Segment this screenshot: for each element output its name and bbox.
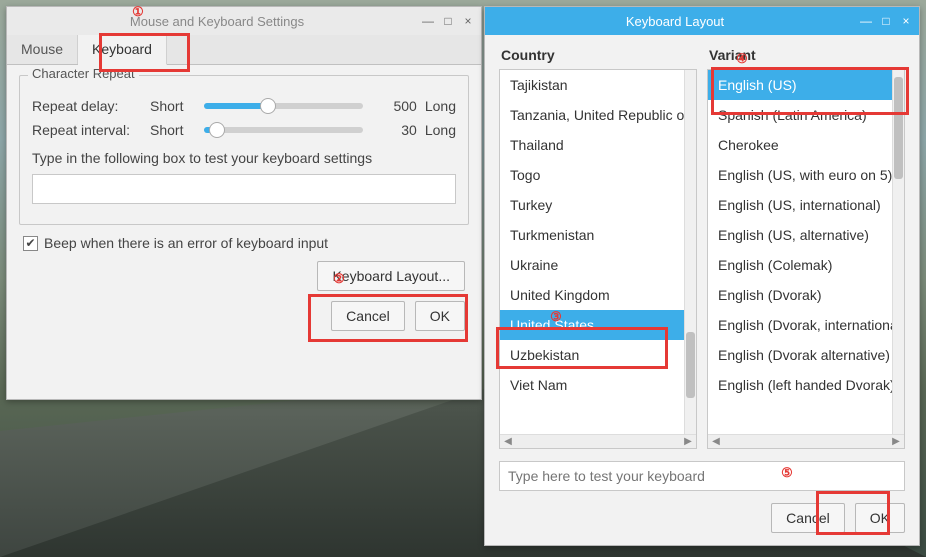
list-item[interactable]: Uzbekistan [500,340,696,370]
list-item[interactable]: Tajikistan [500,70,696,100]
group-legend: Character Repeat [28,66,139,81]
list-item[interactable]: English (US) [708,70,904,100]
close-icon[interactable]: × [899,14,913,28]
list-item[interactable]: English (Colemak) [708,250,904,280]
list-item[interactable]: Viet Nam [500,370,696,400]
list-item[interactable]: English (Dvorak) [708,280,904,310]
list-item[interactable]: English (Dvorak, international) [708,310,904,340]
close-icon[interactable]: × [461,14,475,28]
list-item[interactable]: Turkmenistan [500,220,696,250]
mouse-keyboard-settings-window: Mouse and Keyboard Settings — □ × Mouse … [6,6,482,400]
country-listbox[interactable]: TajikistanTanzania, United Republic ofTh… [499,69,697,449]
list-item[interactable]: Thailand [500,130,696,160]
list-item[interactable]: English (Dvorak alternative) [708,340,904,370]
long-label: Long [425,98,456,114]
ok-button[interactable]: OK [855,503,905,533]
ok-button[interactable]: OK [415,301,465,331]
tabbar: Mouse Keyboard [7,35,481,65]
character-repeat-group: Character Repeat Repeat delay: Short 500… [19,75,469,225]
cancel-button[interactable]: Cancel [331,301,405,331]
minimize-icon[interactable]: — [421,14,435,28]
list-item[interactable]: Tanzania, United Republic of [500,100,696,130]
list-item[interactable]: English (left handed Dvorak) [708,370,904,400]
scroll-left-icon[interactable]: ◀ [710,436,722,448]
scroll-right-icon[interactable]: ▶ [890,436,902,448]
window-title: Keyboard Layout [491,14,859,29]
keyboard-layout-window: Keyboard Layout — □ × Country Tajikistan… [484,6,920,546]
list-item[interactable]: English (US, alternative) [708,220,904,250]
variant-listbox[interactable]: English (US)Spanish (Latin America)Chero… [707,69,905,449]
beep-checkbox[interactable]: ✔ [23,236,38,251]
repeat-interval-slider[interactable] [204,127,363,133]
variant-heading: Variant [707,47,905,63]
list-item[interactable]: Cherokee [708,130,904,160]
list-item[interactable]: English (US, international) [708,190,904,220]
test-hint: Type in the following box to test your k… [32,150,372,166]
interval-value: 30 [377,122,417,138]
list-item[interactable]: Togo [500,160,696,190]
scroll-left-icon[interactable]: ◀ [502,436,514,448]
layout-test-input[interactable] [499,461,905,491]
keyboard-layout-button[interactable]: Keyboard Layout... [317,261,465,291]
repeat-delay-label: Repeat delay: [32,98,142,114]
short-label: Short [150,122,190,138]
scroll-right-icon[interactable]: ▶ [682,436,694,448]
window-title: Mouse and Keyboard Settings [13,14,421,29]
list-item[interactable]: Turkey [500,190,696,220]
list-item[interactable]: United Kingdom [500,280,696,310]
tab-mouse[interactable]: Mouse [7,35,78,64]
country-heading: Country [499,47,697,63]
list-item[interactable]: English (US, with euro on 5) [708,160,904,190]
slider-thumb[interactable] [260,98,276,114]
delay-value: 500 [377,98,417,114]
vertical-scrollbar[interactable] [892,70,904,434]
check-icon: ✔ [25,237,35,249]
list-item[interactable]: Spanish (Latin America) [708,100,904,130]
horizontal-scrollbar[interactable]: ◀ ▶ [500,434,696,448]
list-item[interactable]: United States [500,310,696,340]
keyboard-test-input[interactable] [32,174,456,204]
repeat-delay-slider[interactable] [204,103,363,109]
repeat-interval-label: Repeat interval: [32,122,142,138]
vertical-scrollbar[interactable] [684,70,696,434]
maximize-icon[interactable]: □ [879,14,893,28]
horizontal-scrollbar[interactable]: ◀ ▶ [708,434,904,448]
slider-thumb[interactable] [209,122,225,138]
cancel-button[interactable]: Cancel [771,503,845,533]
long-label: Long [425,122,456,138]
list-item[interactable]: Ukraine [500,250,696,280]
minimize-icon[interactable]: — [859,14,873,28]
tab-keyboard[interactable]: Keyboard [78,35,167,65]
beep-label: Beep when there is an error of keyboard … [44,235,328,251]
titlebar[interactable]: Mouse and Keyboard Settings — □ × [7,7,481,35]
titlebar[interactable]: Keyboard Layout — □ × [485,7,919,35]
maximize-icon[interactable]: □ [441,14,455,28]
short-label: Short [150,98,190,114]
